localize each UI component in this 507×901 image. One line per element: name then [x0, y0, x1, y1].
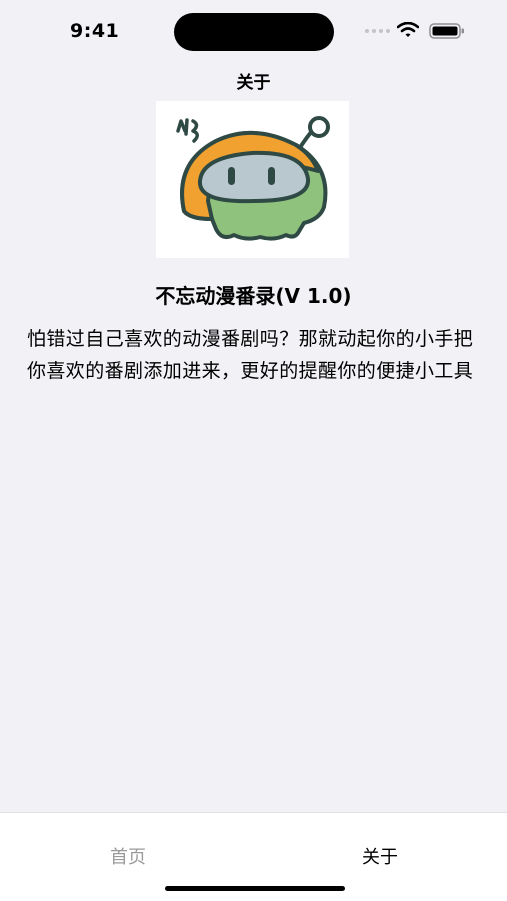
- status-time: 9:41: [70, 20, 120, 42]
- app-logo: [156, 101, 349, 258]
- cellular-signal-icon: [365, 29, 390, 33]
- home-indicator[interactable]: [165, 886, 345, 891]
- app-description: 怕错过自己喜欢的动漫番剧吗？那就动起你的小手把你喜欢的番剧添加进来，更好的提醒你…: [27, 328, 474, 382]
- wifi-icon: [397, 22, 419, 37]
- battery-icon: [429, 23, 464, 39]
- dynamic-island: [174, 13, 334, 51]
- tab-about[interactable]: 关于: [320, 843, 440, 869]
- page-title: 关于: [236, 73, 271, 93]
- tab-home[interactable]: 首页: [68, 843, 188, 869]
- status-bar: 9:41: [0, 0, 507, 60]
- app-name: 不忘动漫番录(V 1.0): [155, 284, 352, 308]
- robot-mascot-icon: [176, 116, 330, 241]
